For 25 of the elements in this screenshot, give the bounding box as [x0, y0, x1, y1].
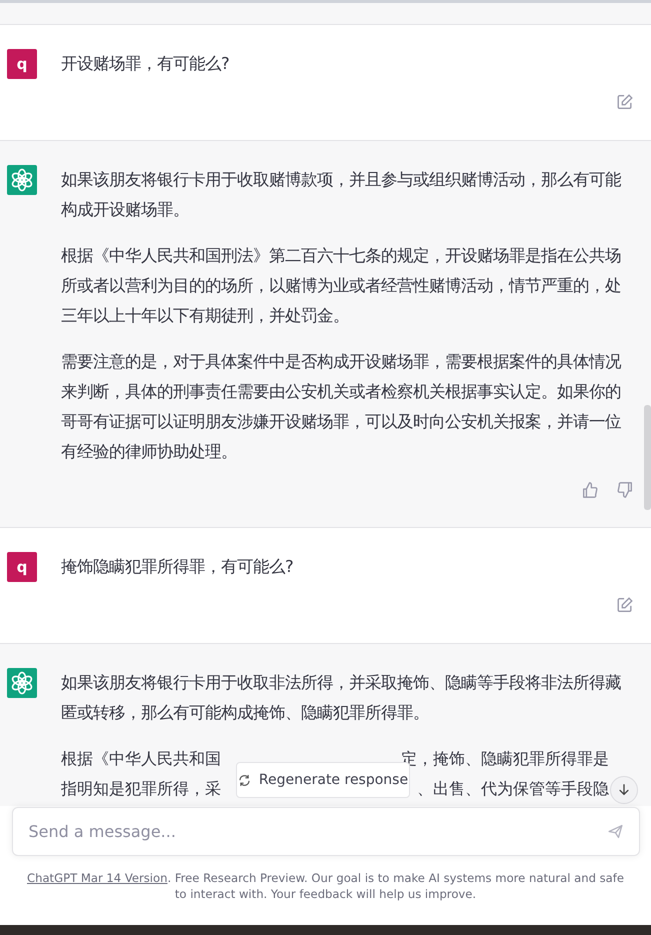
knot-logo-icon: [7, 668, 37, 698]
message-text: 如果该朋友将银行卡用于收取赌博款项，并且参与或组织赌博活动，那么有可能构成开设赌场罪。: [61, 169, 622, 221]
version-link[interactable]: ChatGPT Mar 14 Version: [27, 871, 168, 885]
message-text: 指明知是犯罪所得，采: [61, 778, 221, 800]
message-text: 开设赌场罪，有可能么?: [61, 53, 231, 75]
user-avatar: q: [7, 552, 37, 582]
regenerate-button[interactable]: Regenerate response: [236, 762, 410, 798]
message-text: 根据《中华人民共和国: [61, 748, 221, 770]
message-text: 如果该朋友将银行卡用于收取非法所得，并采取掩饰、隐瞒等手段将非法所得藏匿或转移，那么有可能构成掩饰、隐瞒犯罪所得罪。: [61, 672, 622, 724]
message-text: 根据《中华人民共和国刑法》第二百六十七条的规定，开设赌场罪是指在公共场所或者以营利为目的的场所，以赌博为业或者经营性赌博活动，情节严重的，处三年以上十年以下有期徒刑，并处罚金。: [61, 245, 622, 327]
refresh-icon: [238, 774, 251, 786]
message-text: 需要注意的是，对于具体案件中是否构成开设赌场罪，需要根据案件的具体情况来判断，具体的刑事责任需要由公安机关或者检察机关根据事实认定。如果你的哥哥有证据可以证明朋友涉嫌开设赌场罪，可以及时向公安机关报案，并请一位有经验的律师协助处理。: [61, 351, 622, 463]
footer-text: ChatGPT Mar 14 Version. Free Research Preview. Our goal is to make AI systems more natural and safe to interact with. Your feedback will help us improve.: [26, 870, 625, 902]
edit-icon[interactable]: [616, 596, 634, 614]
arrow-down-icon: [617, 783, 631, 797]
knot-logo-icon: [7, 165, 37, 195]
message-input[interactable]: Send a message...: [12, 807, 640, 856]
user-avatar: q: [7, 49, 37, 79]
thumbs-down-icon[interactable]: [616, 481, 634, 499]
message-text: 、出售、代为保管等手段隐: [417, 778, 609, 800]
thumbs-up-icon[interactable]: [581, 481, 599, 499]
send-icon[interactable]: [606, 823, 624, 840]
edit-icon[interactable]: [616, 93, 634, 111]
scrollbar-thumb[interactable]: [644, 405, 651, 510]
message-text: 掩饰隐瞒犯罪所得罪，有可能么?: [61, 556, 295, 578]
